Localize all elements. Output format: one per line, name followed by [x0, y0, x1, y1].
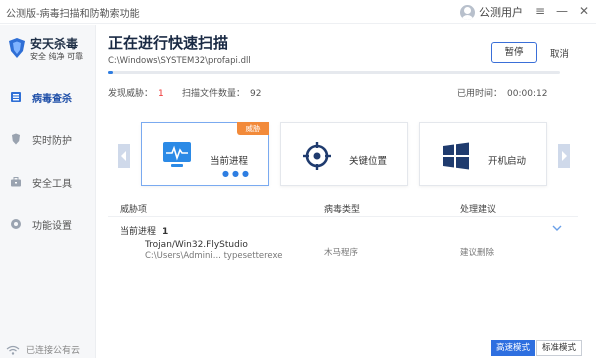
shield-icon: [10, 133, 22, 145]
sidebar-item-label: 功能设置: [32, 220, 72, 232]
brand-logo: 安天杀毒 安全 纯净 可靠: [6, 35, 96, 65]
gear-icon: [10, 218, 22, 230]
chevron-left-icon: [121, 151, 126, 161]
elapsed-time-label: 已用时间：: [457, 89, 503, 99]
process-monitor-icon: [163, 142, 191, 167]
connection-status-label: 已连接公有云: [26, 346, 81, 356]
carousel-prev-button[interactable]: [118, 144, 130, 168]
menu-icon[interactable]: ≡: [531, 2, 549, 20]
chevron-down-icon[interactable]: [552, 224, 562, 232]
window-title: 公测版-病毒扫描和防勒索功能: [6, 9, 140, 20]
column-header-action: 处理建议: [460, 205, 497, 215]
sidebar-item-virus-scan[interactable]: 病毒查杀: [0, 83, 96, 111]
column-header-threat: 威胁项: [120, 205, 148, 215]
threat-table-header: 威胁项 病毒类型 处理建议: [108, 197, 578, 217]
pause-button[interactable]: 暂停: [491, 42, 537, 63]
sidebar-item-settings[interactable]: 功能设置: [0, 210, 96, 238]
brand-slogan: 安全 纯净 可靠: [30, 52, 84, 61]
files-scanned: 扫描文件数量： 92: [182, 86, 261, 99]
user-avatar-icon: [460, 4, 475, 20]
fast-mode-button[interactable]: 高速模式: [491, 340, 535, 356]
group-label: 当前进程: [120, 227, 157, 237]
group-count: 1: [162, 227, 169, 237]
files-scanned-count: 92: [250, 89, 262, 99]
minimize-icon[interactable]: —: [553, 2, 571, 20]
threats-found-count: 1: [158, 89, 164, 99]
toolbox-icon: [10, 176, 22, 188]
scan-icon: [10, 91, 22, 103]
chevron-right-icon: [562, 151, 567, 161]
threat-badge: 威胁: [237, 122, 269, 135]
standard-mode-button[interactable]: 标准模式: [536, 340, 582, 356]
carousel-next-button[interactable]: [558, 144, 570, 168]
sidebar-item-label: 病毒查杀: [32, 93, 72, 105]
scan-progress-fill: [108, 71, 113, 74]
card-label: 关键位置: [349, 156, 388, 167]
threat-path: C:\Users\Admini... typesetterexe: [145, 251, 283, 261]
elapsed-time-value: 00:00:12: [507, 89, 548, 99]
files-scanned-label: 扫描文件数量：: [182, 89, 246, 99]
title-bar: 公测版-病毒扫描和防勒索功能 公测用户 ≡ — ✕: [0, 0, 596, 24]
scan-card-startup-items[interactable]: 开机启动: [419, 122, 547, 186]
scan-card-key-locations[interactable]: 关键位置: [280, 122, 408, 186]
card-label: 当前进程: [210, 156, 249, 167]
sidebar-item-security-tools[interactable]: 安全工具: [0, 168, 96, 196]
brand-name: 安天杀毒: [30, 37, 79, 51]
wifi-icon: [6, 345, 20, 355]
threat-action[interactable]: 建议删除: [460, 246, 494, 258]
target-icon: [303, 142, 331, 170]
scan-progress-bar: [108, 71, 560, 74]
close-icon[interactable]: ✕: [575, 2, 593, 20]
sidebar: 安天杀毒 安全 纯净 可靠 病毒查杀 实时防护 安全工具 功能设置 已连接公有云: [0, 25, 96, 358]
threats-found-label: 发现威胁：: [108, 89, 154, 99]
scan-card-current-process[interactable]: 威胁 当前进程 ●●●: [141, 122, 269, 186]
sidebar-item-label: 实时防护: [32, 135, 72, 147]
connection-status: 已连接公有云: [6, 343, 80, 356]
elapsed-time: 已用时间： 00:00:12: [457, 86, 547, 99]
sidebar-item-label: 安全工具: [32, 178, 72, 190]
windows-icon: [443, 142, 469, 170]
user-account[interactable]: 公测用户: [460, 2, 523, 22]
column-header-type: 病毒类型: [324, 205, 361, 215]
cancel-button[interactable]: 取消: [550, 46, 569, 60]
threat-group-current-process[interactable]: 当前进程 1: [120, 224, 168, 237]
sidebar-item-realtime-protection[interactable]: 实时防护: [0, 125, 96, 153]
card-label: 开机启动: [488, 156, 527, 167]
current-scan-path: C:\Windows\SYSTEM32\profapi.dll: [108, 56, 251, 66]
threats-found: 发现威胁： 1: [108, 86, 164, 99]
threat-type: 木马程序: [324, 248, 359, 258]
brand-shield-icon: [9, 38, 25, 58]
progress-dots: ●●●: [222, 169, 252, 178]
page-title: 正在进行快速扫描: [108, 34, 229, 52]
threat-name: Trojan/Win32.FlyStudio: [145, 240, 248, 250]
user-label: 公测用户: [479, 6, 523, 19]
